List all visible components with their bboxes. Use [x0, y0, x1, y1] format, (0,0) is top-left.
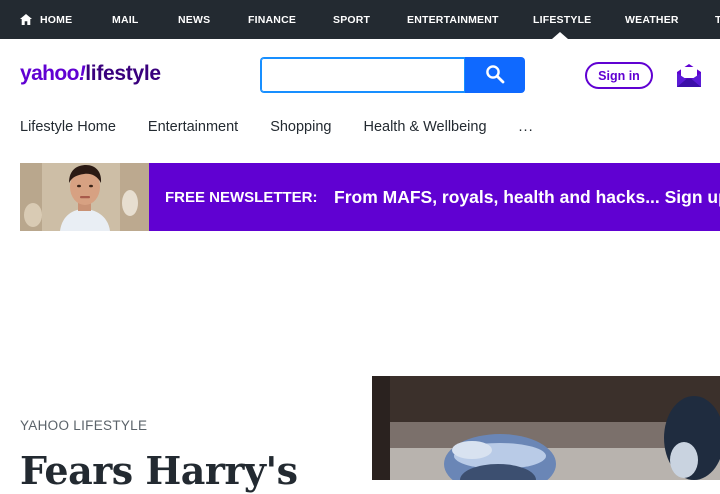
subnav-item-health-wellbeing[interactable]: Health & Wellbeing: [363, 119, 486, 135]
top-nav-bar: HOME MAIL NEWS FINANCE SPORT ENTERTAINME…: [0, 0, 720, 39]
newsletter-text: From MAFS, royals, health and hacks... S…: [334, 186, 720, 207]
topnav-item-weather[interactable]: WEATHER: [625, 0, 679, 39]
topnav-item-mail[interactable]: MAIL: [112, 0, 138, 39]
mail-icon: [676, 64, 702, 92]
hero-photo: [372, 376, 720, 480]
subnav-more-button[interactable]: ...: [519, 119, 534, 135]
subnav-item-lifestyle-home[interactable]: Lifestyle Home: [20, 119, 116, 135]
newsletter-banner[interactable]: FREE NEWSLETTER: From MAFS, royals, heal…: [20, 163, 720, 231]
topnav-item-truncated[interactable]: T: [715, 0, 720, 39]
topnav-item-label: NEWS: [178, 13, 211, 26]
topnav-item-entertainment[interactable]: ENTERTAINMENT: [407, 0, 499, 39]
article-hero-image[interactable]: [372, 376, 720, 480]
search-input[interactable]: [260, 57, 465, 93]
topnav-item-label: LIFESTYLE: [533, 13, 592, 26]
mail-button[interactable]: [676, 62, 702, 88]
topnav-item-sport[interactable]: SPORT: [333, 0, 370, 39]
article-section-label[interactable]: YAHOO LIFESTYLE: [20, 418, 147, 433]
article-headline[interactable]: Fears Harry's: [20, 448, 298, 494]
topnav-item-label: FINANCE: [248, 13, 297, 26]
subnav-item-shopping[interactable]: Shopping: [270, 119, 331, 135]
newsletter-photo: [20, 163, 149, 231]
search-icon: [485, 64, 505, 87]
logo-brand: yahoo: [20, 62, 79, 85]
newsletter-label: FREE NEWSLETTER:: [165, 188, 318, 206]
lifestyle-subnav: Lifestyle Home Entertainment Shopping He…: [20, 112, 534, 142]
topnav-item-label: WEATHER: [625, 13, 679, 26]
topnav-item-label: T: [715, 13, 720, 26]
sign-in-button[interactable]: Sign in: [585, 62, 653, 89]
topnav-item-label: MAIL: [112, 13, 139, 26]
topnav-item-label: ENTERTAINMENT: [407, 13, 499, 26]
topnav-item-label: SPORT: [333, 13, 371, 26]
topnav-item-home[interactable]: HOME: [20, 0, 72, 39]
logo-section: lifestyle: [85, 62, 161, 85]
search-bar: [260, 57, 525, 93]
newsletter-thumbnail: [20, 163, 149, 231]
search-button[interactable]: [465, 57, 525, 93]
topnav-item-label: HOME: [40, 13, 73, 26]
home-icon: [20, 14, 32, 25]
yahoo-lifestyle-logo[interactable]: yahoo!lifestyle: [20, 60, 161, 88]
topnav-item-news[interactable]: NEWS: [178, 0, 210, 39]
active-tab-indicator: [552, 32, 568, 39]
subnav-item-entertainment[interactable]: Entertainment: [148, 119, 238, 135]
topnav-item-finance[interactable]: FINANCE: [248, 0, 296, 39]
